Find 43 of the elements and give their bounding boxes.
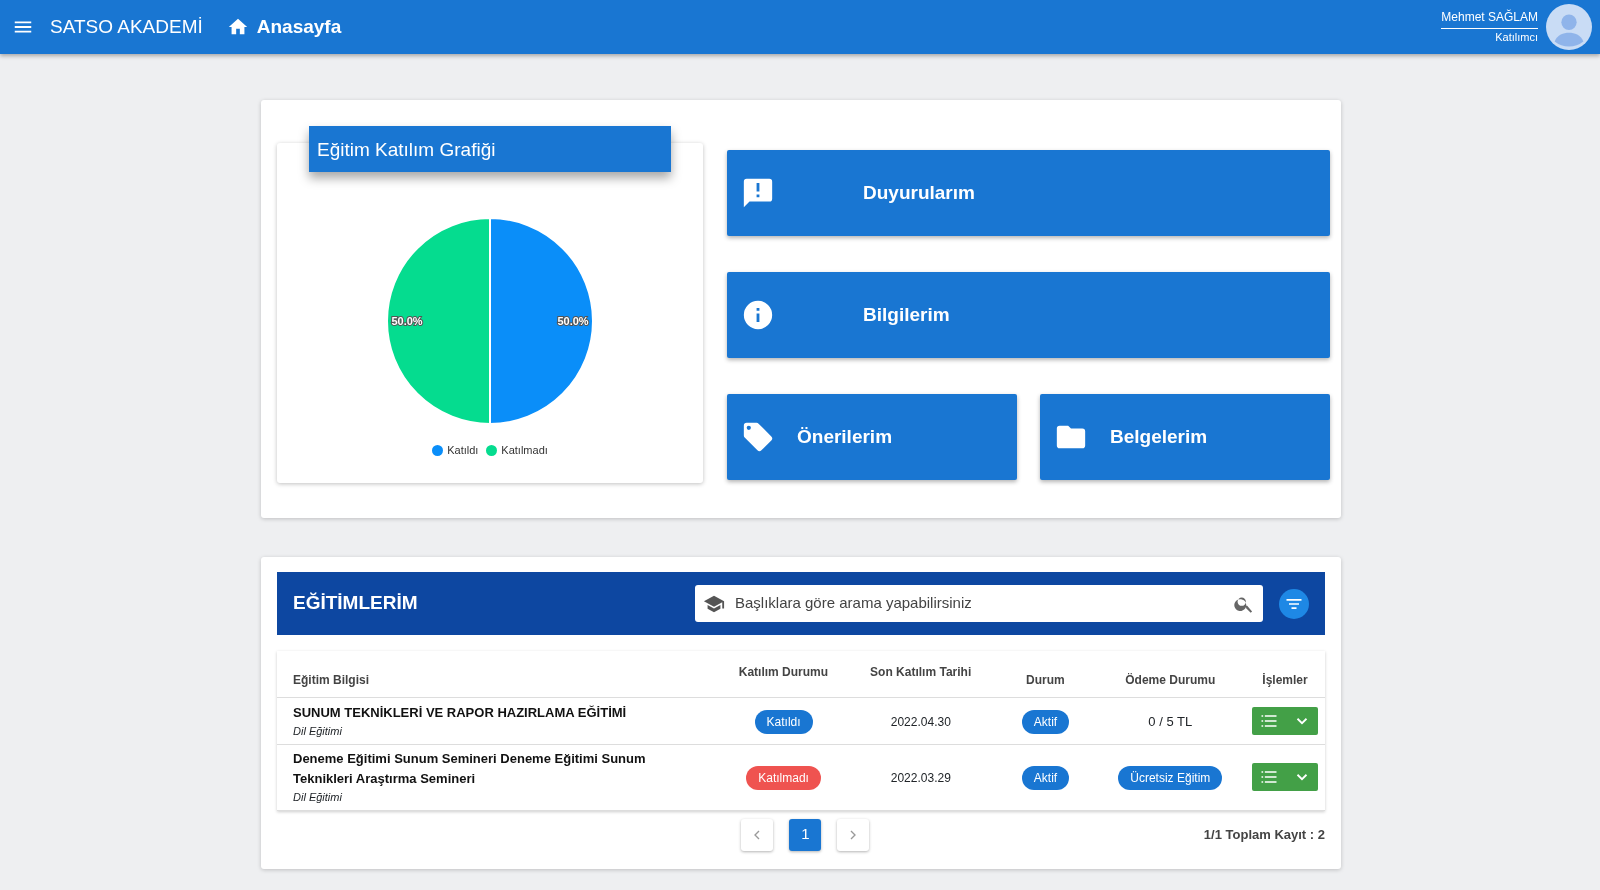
brand-title[interactable]: SATSO AKADEMİ <box>50 12 203 42</box>
status-pill: Aktif <box>1021 765 1070 790</box>
page-button[interactable]: 1 <box>789 818 822 851</box>
training-category: Dil Eğitimi <box>293 723 343 739</box>
legend-item[interactable]: Katılmadı <box>486 442 548 459</box>
data-label: 50.0% <box>391 315 423 327</box>
status-pill: Aktif <box>1021 709 1070 734</box>
column-header: İşlemler <box>1262 672 1308 689</box>
filter-button[interactable] <box>1279 588 1309 619</box>
home-link[interactable]: Anasayfa <box>226 12 342 42</box>
column-header: Ödeme Durumu <box>1125 672 1216 689</box>
actions-button[interactable] <box>1252 707 1319 735</box>
deadline-date: 2022.03.29 <box>890 771 951 786</box>
user-avatar[interactable] <box>1546 4 1592 50</box>
chart-title: Eğitim Katılım Grafiği <box>309 126 671 172</box>
tag-icon <box>741 420 775 454</box>
data-label: 50.0% <box>557 315 589 327</box>
training-title[interactable]: SUNUM TEKNİKLERİ VE RAPOR HAZIRLAMA EĞİTİMİ <box>293 702 706 723</box>
user-role: Katılımcı <box>1494 30 1538 46</box>
deadline-date: 2022.04.30 <box>890 715 951 729</box>
legend-item[interactable]: Katıldı <box>432 442 479 459</box>
column-header: Son Katılım Tarihi <box>870 664 972 681</box>
payment-amount: 0 / 5 TL <box>1148 714 1193 729</box>
user-name: Mehmet SAĞLAM <box>1441 8 1538 30</box>
dashboard-tile[interactable]: Önerilerim <box>727 394 1017 480</box>
payment-status: Ücretsiz Eğitim <box>1118 765 1223 790</box>
record-summary: 1/1 Toplam Kayıt : 2 <box>1203 825 1325 844</box>
training-title[interactable]: Deneme Eğitimi Sunum Semineri Deneme Eğitimi Sunum Teknikleri Araştırma Semineri <box>293 749 706 789</box>
dashboard-tile[interactable]: Belgelerim <box>1040 394 1330 480</box>
legend-label: Katıldı <box>447 443 479 458</box>
attendance-status: Katılmadı <box>746 765 821 790</box>
dashboard-tile[interactable]: Duyurularım <box>727 150 1330 236</box>
column-header: Eğitim Bilgisi <box>293 672 369 689</box>
column-header: Katılım Durumu <box>738 664 829 681</box>
actions-button[interactable] <box>1252 763 1319 792</box>
attendance-status: Katıldı <box>754 709 813 734</box>
info-icon <box>741 298 775 332</box>
legend-label: Katılmadı <box>501 443 548 458</box>
search-field[interactable]: Başlıklara göre arama yapabilirsiniz <box>695 585 1263 622</box>
dashboard-tile[interactable]: Bilgilerim <box>727 272 1330 358</box>
column-header: Durum <box>1026 672 1065 689</box>
section-title: EĞİTİMLERİM <box>293 591 418 616</box>
training-category: Dil Eğitimi <box>293 790 343 805</box>
